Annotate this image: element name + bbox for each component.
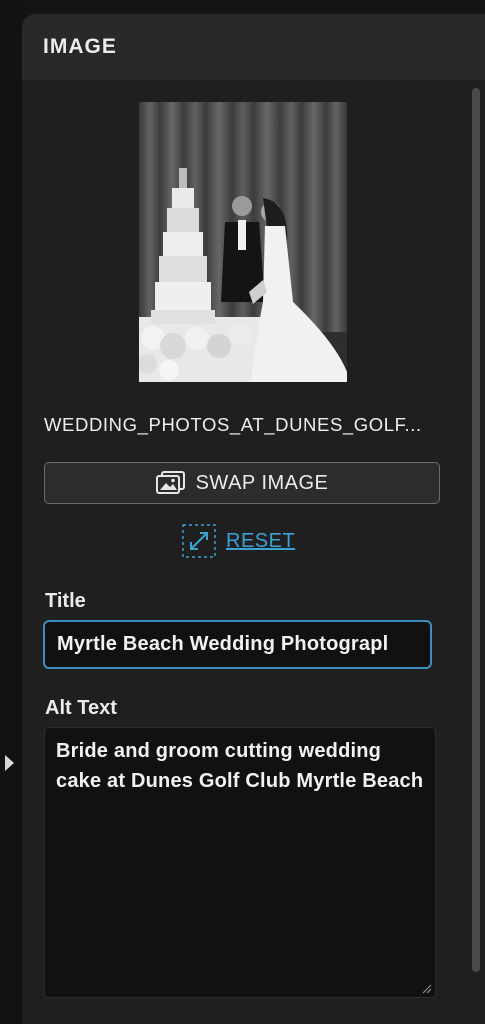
title-input[interactable]	[43, 620, 432, 669]
alt-text-field-label: Alt Text	[45, 697, 117, 719]
scrollbar-thumb[interactable]	[472, 88, 480, 972]
alt-text-textarea[interactable]: Bride and groom cutting wedding cake at …	[44, 727, 436, 998]
image-thumbnail	[139, 102, 347, 382]
left-gutter	[0, 0, 22, 1024]
image-swap-icon	[155, 471, 185, 494]
image-filename: WEDDING_PHOTOS_AT_DUNES_GOLF...	[44, 414, 422, 435]
panel-scrollbar[interactable]	[470, 86, 482, 1006]
wedding-photo-preview	[139, 102, 347, 382]
image-settings-panel: IMAGE WEDDING_PHOTOS_AT_DUNES_GOLF... SW…	[22, 14, 485, 1024]
collapse-panel-arrow-icon[interactable]	[5, 755, 14, 771]
reset-label[interactable]: RESET	[226, 530, 295, 553]
swap-image-button[interactable]: SWAP IMAGE	[44, 462, 440, 504]
reset-link[interactable]: RESET	[182, 524, 295, 558]
textarea-resize-grip-icon[interactable]	[422, 984, 432, 994]
swap-image-label: SWAP IMAGE	[195, 471, 329, 494]
title-field-label: Title	[45, 590, 86, 612]
reset-resize-icon	[182, 524, 216, 558]
panel-title: IMAGE	[43, 35, 117, 58]
panel-header: IMAGE	[22, 14, 485, 80]
